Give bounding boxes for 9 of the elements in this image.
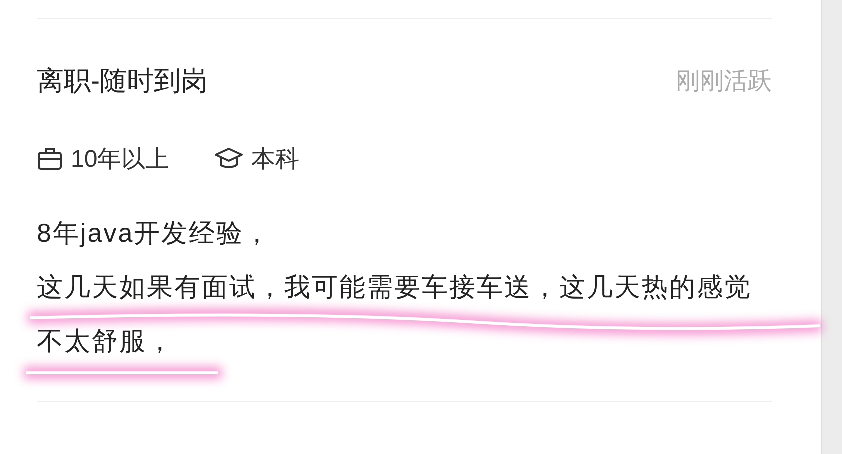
- activity-status: 刚刚活跃: [676, 67, 772, 97]
- description-text: 不太舒服，: [37, 327, 174, 355]
- status-title: 离职-随时到岗: [37, 65, 208, 98]
- graduation-cap-icon: [214, 147, 244, 171]
- tag-label: 10年以上: [71, 145, 170, 175]
- description-text: 8年java开发经验，: [37, 219, 272, 247]
- description-text: 这几天如果有面试，我可能需要车接车送，这几天热的感觉: [37, 273, 752, 301]
- tag-label: 本科: [252, 145, 300, 175]
- briefcase-icon: [37, 147, 63, 171]
